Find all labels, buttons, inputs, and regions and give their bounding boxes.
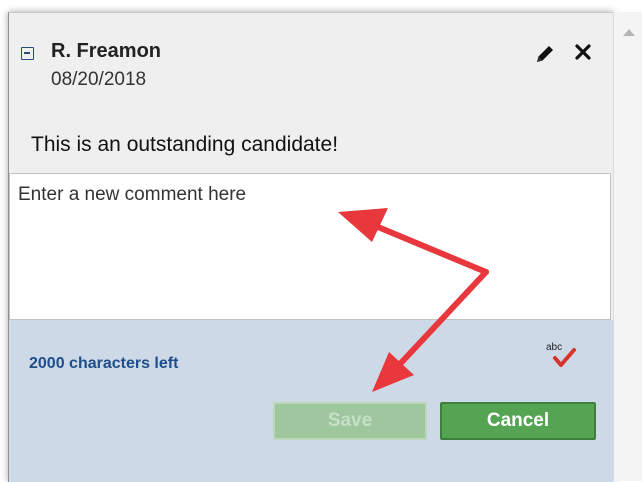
new-comment-editor: [9, 173, 611, 320]
spellcheck-label: abc: [546, 342, 562, 353]
comment-date: 08/20/2018: [51, 69, 147, 90]
characters-left-counter: 2000 characters left: [29, 355, 179, 372]
comment-footer: 2000 characters left abc Save Cancel: [9, 320, 613, 482]
close-icon[interactable]: [573, 42, 593, 62]
comment-text: This is an outstanding candidate!: [31, 133, 339, 156]
comment-header: R. Freamon 08/20/2018: [21, 40, 601, 100]
comment-panel: R. Freamon 08/20/2018 This is an outstan…: [8, 12, 613, 482]
scroll-up-arrow-icon[interactable]: [623, 29, 635, 36]
comment-author: R. Freamon: [51, 40, 162, 62]
new-comment-input[interactable]: [10, 174, 610, 319]
spellcheck-icon[interactable]: abc: [544, 340, 578, 370]
pencil-icon[interactable]: [533, 42, 557, 66]
save-button[interactable]: Save: [273, 402, 427, 440]
cancel-button[interactable]: Cancel: [440, 402, 596, 440]
collapse-minus-icon[interactable]: [21, 47, 34, 60]
scrollbar[interactable]: [613, 12, 642, 481]
